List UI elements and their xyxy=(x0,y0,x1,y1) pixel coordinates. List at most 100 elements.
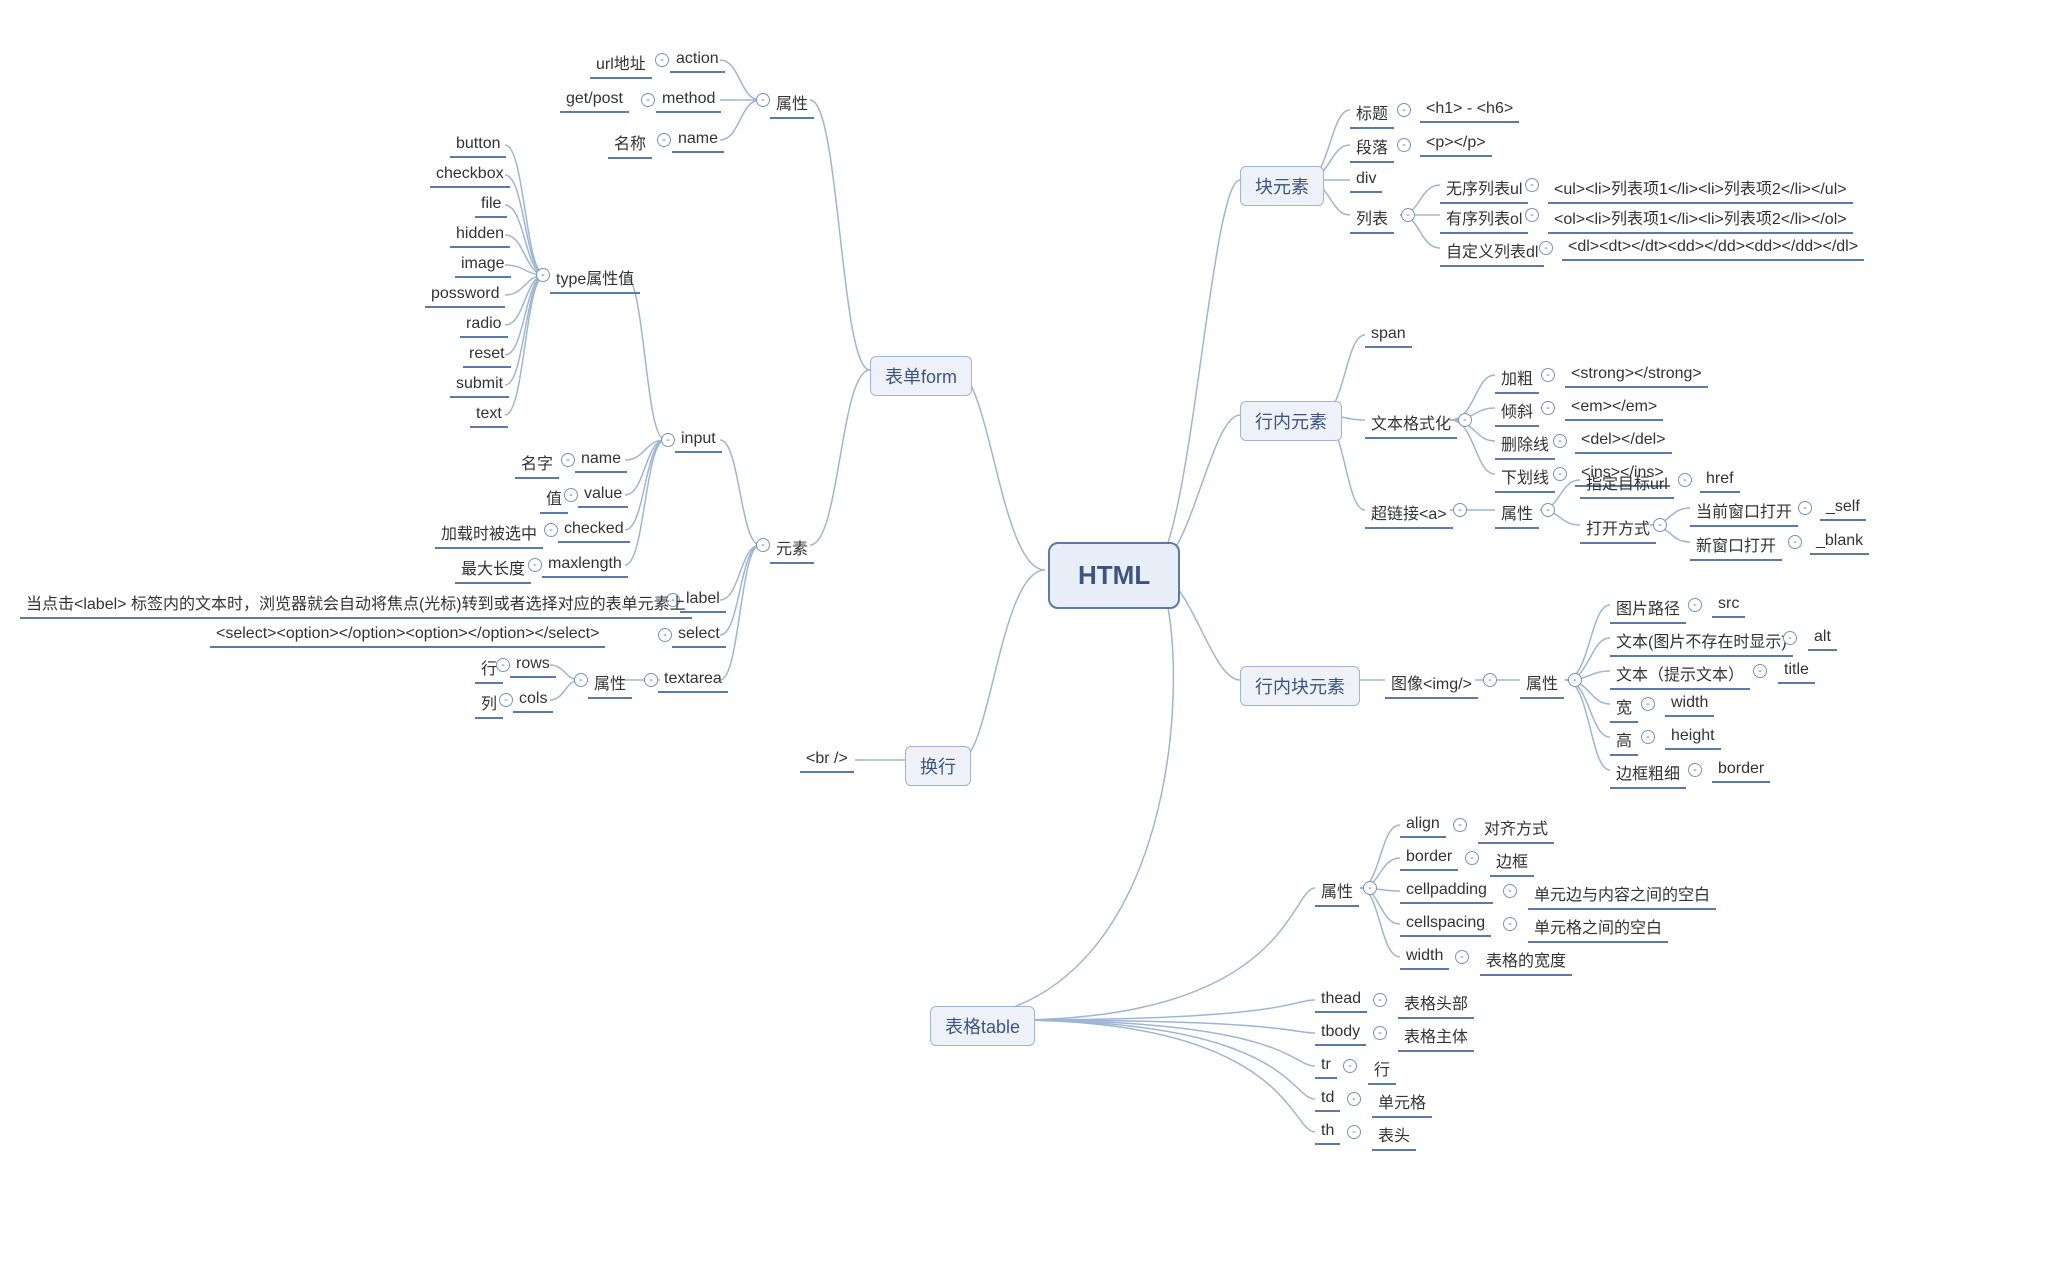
input-name-k[interactable]: name xyxy=(575,448,627,473)
ib-title-v[interactable]: 文本（提示文本） xyxy=(1610,659,1750,690)
block-ol-k[interactable]: 有序列表ol xyxy=(1440,203,1528,234)
input-maxlength-v[interactable]: 最大长度 xyxy=(455,553,531,584)
tb-td-v[interactable]: 单元格 xyxy=(1372,1087,1432,1118)
toggle-icon[interactable]: - xyxy=(1363,881,1377,895)
block-title-k[interactable]: 标题 xyxy=(1350,98,1394,129)
toggle-icon[interactable]: - xyxy=(1483,673,1497,687)
tb-thead-v[interactable]: 表格头部 xyxy=(1398,988,1474,1019)
itype-5[interactable]: possword xyxy=(425,283,505,308)
toggle-icon[interactable]: - xyxy=(1539,241,1553,255)
inline-em-k[interactable]: 倾斜 xyxy=(1495,396,1539,427)
ib-width-v[interactable]: 宽 xyxy=(1610,692,1638,723)
toggle-icon[interactable]: - xyxy=(657,133,671,147)
toggle-icon[interactable]: - xyxy=(644,673,658,687)
branch-linebreak[interactable]: 换行 xyxy=(905,746,971,786)
tb-th-v[interactable]: 表头 xyxy=(1372,1120,1416,1151)
itype-8[interactable]: submit xyxy=(450,373,509,398)
toggle-icon[interactable]: - xyxy=(1568,673,1582,687)
itype-2[interactable]: file xyxy=(475,193,507,218)
tb-tbody-v[interactable]: 表格主体 xyxy=(1398,1021,1474,1052)
toggle-icon[interactable]: - xyxy=(1373,993,1387,1007)
tb-cellpadding-v[interactable]: 单元边与内容之间的空白 xyxy=(1528,879,1716,910)
block-ul-k[interactable]: 无序列表ul xyxy=(1440,173,1528,204)
ib-alt-v[interactable]: 文本(图片不存在时显示) xyxy=(1610,626,1793,657)
toggle-icon[interactable]: - xyxy=(1653,518,1667,532)
inline-target[interactable]: 打开方式 xyxy=(1580,513,1656,544)
toggle-icon[interactable]: - xyxy=(1788,535,1802,549)
form-name-v[interactable]: 名称 xyxy=(608,128,652,159)
input-checked-k[interactable]: checked xyxy=(558,518,630,543)
form-select-v[interactable]: <select><option></option><option></optio… xyxy=(210,623,605,648)
toggle-icon[interactable]: - xyxy=(655,53,669,67)
toggle-icon[interactable]: - xyxy=(561,453,575,467)
toggle-icon[interactable]: - xyxy=(661,433,675,447)
itype-6[interactable]: radio xyxy=(460,313,508,338)
ta-cols-v[interactable]: 列 xyxy=(475,688,503,719)
input-maxlength-k[interactable]: maxlength xyxy=(542,553,628,578)
toggle-icon[interactable]: - xyxy=(756,93,770,107)
branch-table[interactable]: 表格table xyxy=(930,1006,1035,1046)
toggle-icon[interactable]: - xyxy=(1641,730,1655,744)
toggle-icon[interactable]: - xyxy=(1453,818,1467,832)
form-textarea-attr[interactable]: 属性 xyxy=(588,668,632,699)
tb-td-k[interactable]: td xyxy=(1315,1087,1340,1112)
branch-form[interactable]: 表单form xyxy=(870,356,972,396)
inline-del-v[interactable]: <del></del> xyxy=(1575,429,1672,454)
toggle-icon[interactable]: - xyxy=(641,93,655,107)
tb-tr-k[interactable]: tr xyxy=(1315,1054,1337,1079)
ib-border-v[interactable]: 边框粗细 xyxy=(1610,758,1686,789)
toggle-icon[interactable]: - xyxy=(1397,138,1411,152)
itype-3[interactable]: hidden xyxy=(450,223,510,248)
ib-src-v[interactable]: 图片路径 xyxy=(1610,593,1686,624)
block-dl-k[interactable]: 自定义列表dl xyxy=(1440,236,1544,267)
toggle-icon[interactable]: - xyxy=(1347,1125,1361,1139)
toggle-icon[interactable]: - xyxy=(1401,208,1415,222)
block-title-v[interactable]: <h1> - <h6> xyxy=(1420,98,1519,123)
toggle-icon[interactable]: - xyxy=(1373,1026,1387,1040)
itype-4[interactable]: image xyxy=(455,253,511,278)
form-input[interactable]: input xyxy=(675,428,722,453)
inlineblock-attr[interactable]: 属性 xyxy=(1520,668,1564,699)
itype-9[interactable]: text xyxy=(470,403,508,428)
form-label-v[interactable]: 当点击<label> 标签内的文本时，浏览器就会自动将焦点(光标)转到或者选择对… xyxy=(20,588,692,619)
ib-width-k[interactable]: width xyxy=(1665,692,1714,717)
inline-ins-k[interactable]: 下划线 xyxy=(1495,462,1555,493)
form-elements[interactable]: 元素 xyxy=(770,533,814,564)
linebreak-br[interactable]: <br /> xyxy=(800,748,854,773)
inline-em-v[interactable]: <em></em> xyxy=(1565,396,1663,421)
ta-rows-k[interactable]: rows xyxy=(510,653,556,678)
inline-href-v[interactable]: 指定目标url xyxy=(1580,468,1674,499)
toggle-icon[interactable]: - xyxy=(1641,697,1655,711)
ib-height-k[interactable]: height xyxy=(1665,725,1721,750)
toggle-icon[interactable]: - xyxy=(1343,1059,1357,1073)
itype-0[interactable]: button xyxy=(450,133,506,158)
toggle-icon[interactable]: - xyxy=(536,268,550,282)
toggle-icon[interactable]: - xyxy=(1503,917,1517,931)
ta-cols-k[interactable]: cols xyxy=(513,688,553,713)
input-value-k[interactable]: value xyxy=(578,483,628,508)
branch-block[interactable]: 块元素 xyxy=(1240,166,1324,206)
toggle-icon[interactable]: - xyxy=(1458,413,1472,427)
tb-border-k[interactable]: border xyxy=(1400,846,1458,871)
toggle-icon[interactable]: - xyxy=(544,523,558,537)
tb-width-k[interactable]: width xyxy=(1400,945,1449,970)
inline-href-k[interactable]: href xyxy=(1700,468,1740,493)
toggle-icon[interactable]: - xyxy=(1525,178,1539,192)
tb-align-v[interactable]: 对齐方式 xyxy=(1478,813,1554,844)
toggle-icon[interactable]: - xyxy=(658,628,672,642)
toggle-icon[interactable]: - xyxy=(756,538,770,552)
input-name-v[interactable]: 名字 xyxy=(515,448,559,479)
tb-cellspacing-v[interactable]: 单元格之间的空白 xyxy=(1528,912,1668,943)
form-action-v[interactable]: url地址 xyxy=(590,48,652,79)
toggle-icon[interactable]: - xyxy=(1541,503,1555,517)
branch-inlineblock[interactable]: 行内块元素 xyxy=(1240,666,1360,706)
toggle-icon[interactable]: - xyxy=(1503,884,1517,898)
inline-del-k[interactable]: 删除线 xyxy=(1495,429,1555,460)
inline-blank-k[interactable]: _blank xyxy=(1810,530,1869,555)
branch-inline[interactable]: 行内元素 xyxy=(1240,401,1342,441)
toggle-icon[interactable]: - xyxy=(1798,501,1812,515)
toggle-icon[interactable]: - xyxy=(574,673,588,687)
inline-self-k[interactable]: _self xyxy=(1820,496,1866,521)
form-method-v[interactable]: get/post xyxy=(560,88,629,113)
toggle-icon[interactable]: - xyxy=(1678,473,1692,487)
